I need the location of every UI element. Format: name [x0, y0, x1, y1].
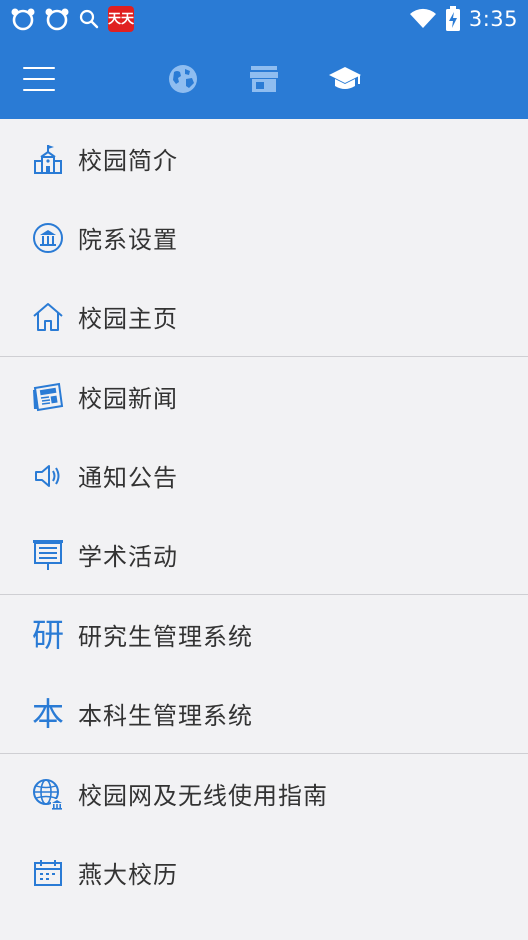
list-item-calendar[interactable]: 燕大校历 [0, 833, 528, 912]
network-globe-icon [30, 776, 66, 812]
calendar-icon [30, 855, 66, 891]
list-item-campus-home[interactable]: 校园主页 [0, 277, 528, 356]
icon-char: 本 [31, 694, 64, 733]
list-item-label: 校园主页 [78, 305, 178, 333]
graduate-char-icon: 研 [30, 617, 66, 653]
panda-icon [11, 8, 35, 31]
list-item-label: 燕大校历 [78, 861, 178, 889]
list-item-academic-events[interactable]: 学术活动 [0, 515, 528, 594]
school-icon [329, 67, 361, 89]
list-item-label: 院系设置 [78, 226, 178, 254]
globe-tab[interactable] [166, 62, 200, 96]
presentation-icon [30, 537, 66, 573]
globe-icon [169, 65, 197, 93]
app-badge: 天天 [108, 6, 134, 32]
home-icon [30, 299, 66, 335]
status-left: 天天 [10, 6, 134, 32]
list-item-label: 校园新闻 [78, 385, 178, 413]
menu-button[interactable] [22, 64, 56, 94]
list-item-network-guide[interactable]: 校园网及无线使用指南 [0, 754, 528, 833]
list-item-label: 校园网及无线使用指南 [78, 782, 328, 810]
newspaper-icon [30, 379, 66, 415]
list-item-undergraduate-system[interactable]: 本 本科生管理系统 [0, 674, 528, 753]
institution-icon [30, 220, 66, 256]
speaker-icon [30, 458, 66, 494]
menu-line [23, 78, 55, 80]
app-bar [0, 38, 528, 119]
list-item-campus-news[interactable]: 校园新闻 [0, 357, 528, 436]
panda-icon [45, 8, 69, 31]
undergraduate-char-icon: 本 [30, 696, 66, 732]
search-icon [79, 9, 99, 29]
list-item-campus-intro[interactable]: 校园简介 [0, 119, 528, 198]
status-bar: 天天 3:35 [0, 0, 528, 38]
list-item-departments[interactable]: 院系设置 [0, 198, 528, 277]
status-right: 3:35 [409, 4, 518, 34]
list-item-label: 研究生管理系统 [78, 623, 253, 651]
list-item-graduate-system[interactable]: 研 研究生管理系统 [0, 595, 528, 674]
menu-line [23, 67, 55, 69]
store-tab[interactable] [247, 62, 281, 96]
campus-building-icon [30, 141, 66, 177]
clock: 3:35 [468, 7, 518, 31]
list-item-notices[interactable]: 通知公告 [0, 436, 528, 515]
list-item-label: 本科生管理系统 [78, 702, 253, 730]
wifi-icon [409, 8, 436, 28]
menu-list: 校园简介 院系设置 校园主页 校园新闻 通知公告 学术活动 研 研究生管理系统 … [0, 119, 528, 912]
list-item-label: 校园简介 [78, 147, 178, 175]
school-tab[interactable] [328, 62, 362, 96]
store-icon [250, 66, 278, 92]
menu-line [23, 89, 55, 91]
icon-char: 研 [31, 615, 64, 654]
battery-charging-icon [445, 6, 460, 31]
list-item-label: 通知公告 [78, 464, 178, 492]
list-item-label: 学术活动 [78, 543, 178, 571]
